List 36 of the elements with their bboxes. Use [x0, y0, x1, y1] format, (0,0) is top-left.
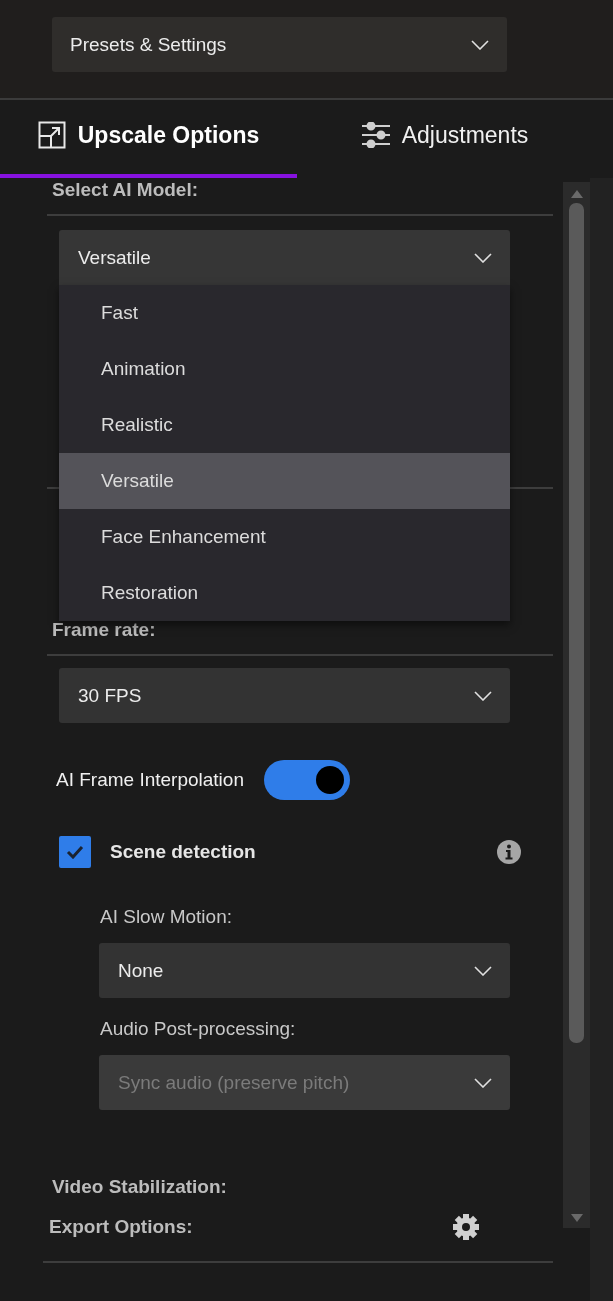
dropdown-option[interactable]: Realistic: [59, 397, 510, 453]
dropdown-option[interactable]: Fast: [59, 285, 510, 341]
field-label: AI Slow Motion:: [99, 906, 233, 928]
chevron-down-icon: [474, 252, 492, 263]
section-heading: Export Options:: [48, 1215, 193, 1239]
section-heading: Video Stabilization:: [51, 1175, 228, 1199]
chevron-down-icon: [474, 965, 492, 976]
upscale-icon: [37, 121, 66, 149]
scrollbar[interactable]: [563, 182, 590, 1228]
section-heading: Frame rate:: [47, 618, 553, 656]
frame-rate-dropdown[interactable]: 30 FPS: [59, 668, 510, 723]
tab[interactable]: Adjustments: [297, 100, 613, 178]
model-dropdown[interactable]: Versatile: [59, 230, 510, 285]
checkbox[interactable]: [59, 836, 91, 868]
scroll-down-icon[interactable]: [570, 1214, 583, 1222]
chevron-down-icon: [474, 1077, 492, 1088]
scroll-thumb[interactable]: [569, 203, 584, 1043]
chevron-down-icon: [474, 690, 492, 701]
sliders-icon: [361, 122, 390, 148]
slow-motion-dropdown[interactable]: None: [99, 943, 510, 998]
toggle-switch[interactable]: [264, 760, 350, 800]
scroll-up-icon[interactable]: [570, 190, 583, 198]
dropdown-option[interactable]: Animation: [59, 341, 510, 397]
toggle-label: AI Frame Interpolation: [56, 769, 244, 791]
info-icon[interactable]: [497, 840, 521, 864]
dropdown-option[interactable]: Restoration: [59, 565, 510, 621]
field-label: Audio Post-processing:: [99, 1018, 297, 1040]
dropdown-option[interactable]: Versatile: [59, 453, 510, 509]
tab[interactable]: Upscale Options: [0, 100, 297, 178]
dropdown-option[interactable]: Face Enhancement: [59, 509, 510, 565]
section-heading: Select AI Model:: [47, 178, 553, 216]
chevron-down-icon: [471, 39, 489, 50]
checkmark-icon: [66, 845, 84, 859]
settings-icon[interactable]: [452, 1213, 480, 1241]
checkbox-label: Scene detection: [110, 841, 256, 863]
presets-dropdown[interactable]: Presets & Settings: [52, 17, 507, 72]
